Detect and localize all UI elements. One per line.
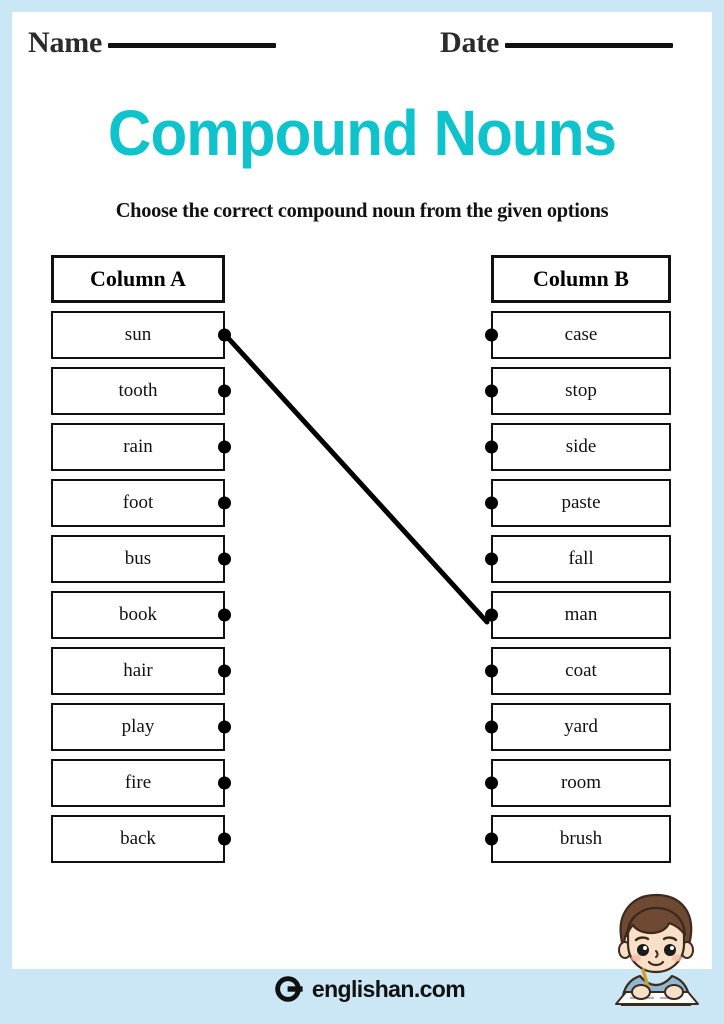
worksheet-page: Name Date Compound Nouns Choose the corr… (0, 0, 724, 1024)
table-row[interactable]: paste (485, 479, 671, 527)
table-row[interactable]: book (51, 591, 231, 639)
connector-dot-icon[interactable] (218, 664, 231, 678)
connector-dot-icon[interactable] (218, 440, 231, 454)
name-field[interactable]: Name (28, 26, 277, 60)
name-date-row: Name Date (12, 12, 712, 62)
table-row[interactable]: case (485, 311, 671, 359)
table-row[interactable]: hair (51, 647, 231, 695)
brand-badge[interactable]: englishan.com (258, 969, 480, 1009)
table-row[interactable]: room (485, 759, 671, 807)
column-a-header: Column A (51, 255, 225, 303)
connector-dot-icon[interactable] (485, 328, 498, 342)
date-field[interactable]: Date (440, 26, 674, 60)
connector-dot-icon[interactable] (485, 720, 498, 734)
column-b-item[interactable]: case (491, 311, 671, 359)
column-b-header: Column B (491, 255, 671, 303)
column-a-item[interactable]: tooth (51, 367, 225, 415)
column-b-item[interactable]: fall (491, 535, 671, 583)
column-b-item[interactable]: brush (491, 815, 671, 863)
table-row[interactable]: man (485, 591, 671, 639)
connector-dot-icon[interactable] (485, 776, 498, 790)
brand-name: englishan.com (311, 975, 466, 1002)
table-row[interactable]: brush (485, 815, 671, 863)
column-a-item[interactable]: foot (51, 479, 225, 527)
table-row[interactable]: coat (485, 647, 671, 695)
date-label: Date (440, 26, 500, 59)
connector-dot-icon[interactable] (218, 384, 231, 398)
table-row[interactable]: tooth (51, 367, 231, 415)
column-b-item[interactable]: coat (491, 647, 671, 695)
column-a-item[interactable]: fire (51, 759, 225, 807)
table-row[interactable]: side (485, 423, 671, 471)
column-b-item[interactable]: man (491, 591, 671, 639)
column-b-item[interactable]: stop (491, 367, 671, 415)
date-write-line[interactable] (505, 43, 674, 48)
table-row[interactable]: sun (51, 311, 231, 359)
table-row[interactable]: bus (51, 535, 231, 583)
connector-dot-icon[interactable] (218, 328, 231, 342)
connector-dot-icon[interactable] (485, 384, 498, 398)
table-row[interactable]: fall (485, 535, 671, 583)
boy-writing-illustration-icon (615, 893, 699, 1006)
table-row[interactable]: back (51, 815, 231, 863)
column-b-item[interactable]: room (491, 759, 671, 807)
page-title: Compound Nouns (107, 97, 617, 169)
table-row[interactable]: fire (51, 759, 231, 807)
connector-dot-icon[interactable] (218, 552, 231, 566)
connector-dot-icon[interactable] (218, 720, 231, 734)
connector-dot-icon[interactable] (218, 496, 231, 510)
name-label: Name (28, 26, 103, 59)
englishan-logo-icon (275, 976, 303, 1002)
connector-dot-icon[interactable] (485, 664, 498, 678)
table-row[interactable]: stop (485, 367, 671, 415)
connector-dot-icon[interactable] (218, 776, 231, 790)
table-row[interactable]: foot (51, 479, 231, 527)
connector-dot-icon[interactable] (218, 608, 231, 622)
column-a-item[interactable]: back (51, 815, 225, 863)
table-row[interactable]: play (51, 703, 231, 751)
table-row[interactable]: yard (485, 703, 671, 751)
column-b: Column B case stop side paste fall man c… (485, 255, 671, 871)
connector-dot-icon[interactable] (485, 552, 498, 566)
connector-dot-icon[interactable] (485, 440, 498, 454)
instruction-text: Choose the correct compound noun from th… (115, 198, 609, 222)
connector-dot-icon[interactable] (485, 496, 498, 510)
column-b-item[interactable]: yard (491, 703, 671, 751)
column-b-item[interactable]: side (491, 423, 671, 471)
connector-dot-icon[interactable] (485, 832, 498, 846)
column-a-item[interactable]: sun (51, 311, 225, 359)
column-a-item[interactable]: play (51, 703, 225, 751)
column-a-item[interactable]: hair (51, 647, 225, 695)
column-a-item[interactable]: bus (51, 535, 225, 583)
connector-dot-icon[interactable] (218, 832, 231, 846)
column-a-item[interactable]: rain (51, 423, 225, 471)
column-b-item[interactable]: paste (491, 479, 671, 527)
column-a-item[interactable]: book (51, 591, 225, 639)
name-write-line[interactable] (108, 43, 277, 48)
connector-dot-icon[interactable] (485, 608, 498, 622)
column-a: Column A sun tooth rain foot bus book ha… (51, 255, 231, 871)
table-row[interactable]: rain (51, 423, 231, 471)
